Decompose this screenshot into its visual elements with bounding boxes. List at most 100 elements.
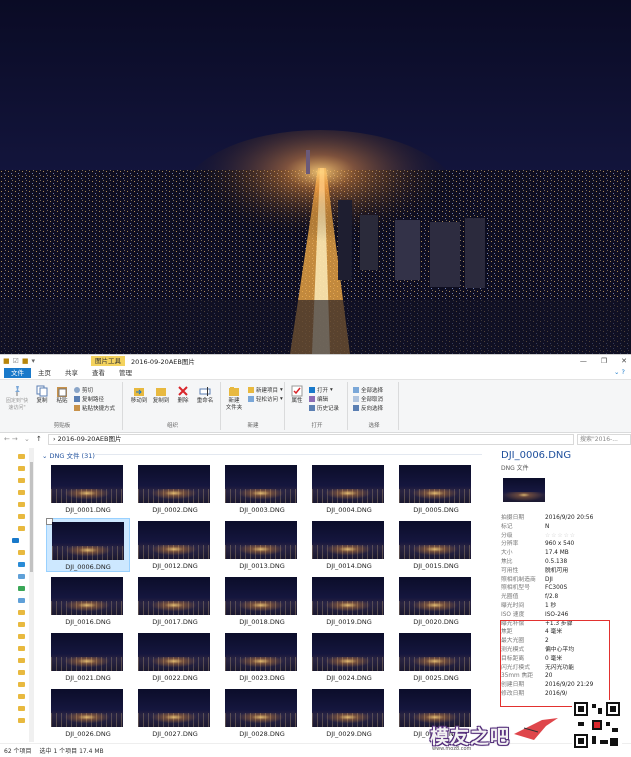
open-group-label: 打开 [311,423,323,429]
file-thumbnail [225,633,297,671]
invert-selection-button[interactable]: 反向选择 [353,404,383,412]
nav-scrollbar[interactable] [29,448,34,742]
file-name: DJI_0002.DNG [152,506,198,514]
property-value[interactable]: FC300S [545,584,567,593]
file-item[interactable]: DJI_0002.DNG [133,462,217,516]
property-value[interactable]: 脱机可用 [545,567,568,576]
file-item[interactable]: DJI_0025.DNG [394,630,478,684]
chevron-down-icon[interactable]: ▾ [32,357,36,365]
file-item[interactable]: DJI_0020.DNG [394,574,478,628]
rename-button[interactable]: 重命名 [195,385,215,405]
file-item[interactable]: DJI_0005.DNG [394,462,478,516]
details-thumbnail [503,478,545,502]
clipboard-group-label: 剪贴板 [53,423,71,429]
file-item[interactable]: DJI_0012.DNG [133,518,217,572]
property-value[interactable]: 17.4 MB [545,549,569,558]
property-key: 分辨率 [501,541,519,548]
property-value[interactable]: 2016/9/20 20:56 [545,514,593,523]
group-header[interactable]: ⌄ DNG 文件 (31) [42,450,95,460]
file-name: DJI_0023.DNG [239,674,285,682]
file-item[interactable]: DJI_0028.DNG [220,686,304,740]
quick-access-toolbar[interactable]: ■ ☑ ■ ▾ [3,357,35,365]
property-row: 大小 17.4 MB [501,549,629,558]
property-row: 照相机制造商 DJI [501,576,629,585]
history-button[interactable]: 历史记录 [309,404,339,412]
minimize-button[interactable]: — [580,355,587,367]
file-item[interactable]: DJI_0018.DNG [220,574,304,628]
file-item[interactable]: DJI_0023.DNG [220,630,304,684]
paste-shortcut-button[interactable]: 粘贴快捷方式 [74,404,115,412]
tab-view[interactable]: 查看 [85,368,112,378]
new-item-button[interactable]: 新建项目 ▾ [248,386,283,394]
file-item[interactable]: DJI_0027.DNG [133,686,217,740]
details-file-name: DJI_0006.DNG [501,450,572,461]
file-item[interactable]: DJI_0015.DNG [394,518,478,572]
file-item[interactable]: DJI_0004.DNG [307,462,391,516]
paste-button[interactable]: 粘贴 [54,385,70,405]
file-item[interactable]: DJI_0019.DNG [307,574,391,628]
properties-button[interactable]: 属性 [289,385,305,405]
tab-file[interactable]: 文件 [4,368,31,378]
file-item[interactable]: DJI_0024.DNG [307,630,391,684]
nav-buttons[interactable]: ←→ ⌄ ↑ [4,435,44,443]
property-row: 照相机型号 FC300S [501,584,629,593]
maximize-button[interactable]: ❐ [601,355,607,367]
file-name: DJI_0017.DNG [152,618,198,626]
property-value[interactable]: DJI [545,576,553,585]
tab-share[interactable]: 共享 [58,368,85,378]
help-icon[interactable]: ⌄ ? [614,368,625,376]
explorer-window: ■ ☑ ■ ▾ 图片工具 2016-09-20AEB图片 — ❐ ✕ 文件 主页… [0,354,631,757]
property-row: 光圈值 f/2.8 [501,593,629,602]
file-item[interactable]: DJI_0006.DNG [46,518,130,572]
property-value[interactable]: 0.5.138 [545,558,567,567]
file-thumbnail [52,522,124,560]
close-button[interactable]: ✕ [621,355,627,367]
file-item[interactable]: DJI_0017.DNG [133,574,217,628]
properties-icon[interactable]: ☑ [13,357,19,365]
pin-quick-access-button[interactable]: 固定到"快速访问" [4,385,30,412]
property-value[interactable]: ISO-246 [545,611,568,620]
address-bar[interactable]: › 2016-09-20AEB图片 [48,434,574,445]
file-item[interactable]: DJI_0013.DNG [220,518,304,572]
delete-button[interactable]: 删除 [175,385,191,405]
file-item[interactable]: DJI_0022.DNG [133,630,217,684]
property-value[interactable]: ☆☆☆☆☆ [545,532,576,541]
plane-logo-icon [514,718,558,740]
copy-path-button[interactable]: 复制路径 [74,395,104,403]
property-value[interactable]: 960 x 540 [545,540,574,549]
picture-tools-tab[interactable]: 图片工具 [91,356,126,366]
file-item[interactable]: DJI_0003.DNG [220,462,304,516]
property-value[interactable]: 1 秒 [545,602,556,611]
new-folder-button[interactable]: 新建 文件夹 [224,385,244,412]
tab-manage[interactable]: 管理 [112,368,139,378]
title-bar: ■ ☑ ■ ▾ 图片工具 2016-09-20AEB图片 — ❐ ✕ [0,355,631,367]
select-all-button[interactable]: 全部选择 [353,386,383,394]
file-name: DJI_0005.DNG [413,506,459,514]
open-button[interactable]: 打开 ▾ [309,386,333,394]
open-icon [309,387,315,393]
qr-code-icon [572,700,622,750]
search-input[interactable]: 搜索"2016-... [577,434,631,445]
file-item[interactable]: DJI_0001.DNG [46,462,130,516]
file-item[interactable]: DJI_0014.DNG [307,518,391,572]
cut-button[interactable]: 剪切 [74,386,93,394]
edit-button[interactable]: 编辑 [309,395,328,403]
new-folder-icon[interactable]: ■ [22,357,29,365]
file-item[interactable]: DJI_0026.DNG [46,686,130,740]
property-key: 拍摄日期 [501,515,525,521]
copy-to-button[interactable]: 复制到 [151,385,171,405]
file-item[interactable]: DJI_0016.DNG [46,574,130,628]
select-group-label: 选择 [368,423,380,429]
file-name: DJI_0014.DNG [326,562,372,570]
file-item[interactable]: DJI_0021.DNG [46,630,130,684]
breadcrumb[interactable]: 2016-09-20AEB图片 [58,435,122,443]
file-item[interactable]: DJI_0029.DNG [307,686,391,740]
property-value[interactable]: f/2.8 [545,593,558,602]
tab-home[interactable]: 主页 [31,368,58,378]
move-to-button[interactable]: 移动到 [129,385,149,405]
property-value[interactable]: N [545,523,549,532]
copy-button[interactable]: 复制 [34,385,50,405]
select-none-button[interactable]: 全部取消 [353,395,383,403]
file-thumbnail [225,689,297,727]
easy-access-button[interactable]: 轻松访问 ▾ [248,395,283,403]
